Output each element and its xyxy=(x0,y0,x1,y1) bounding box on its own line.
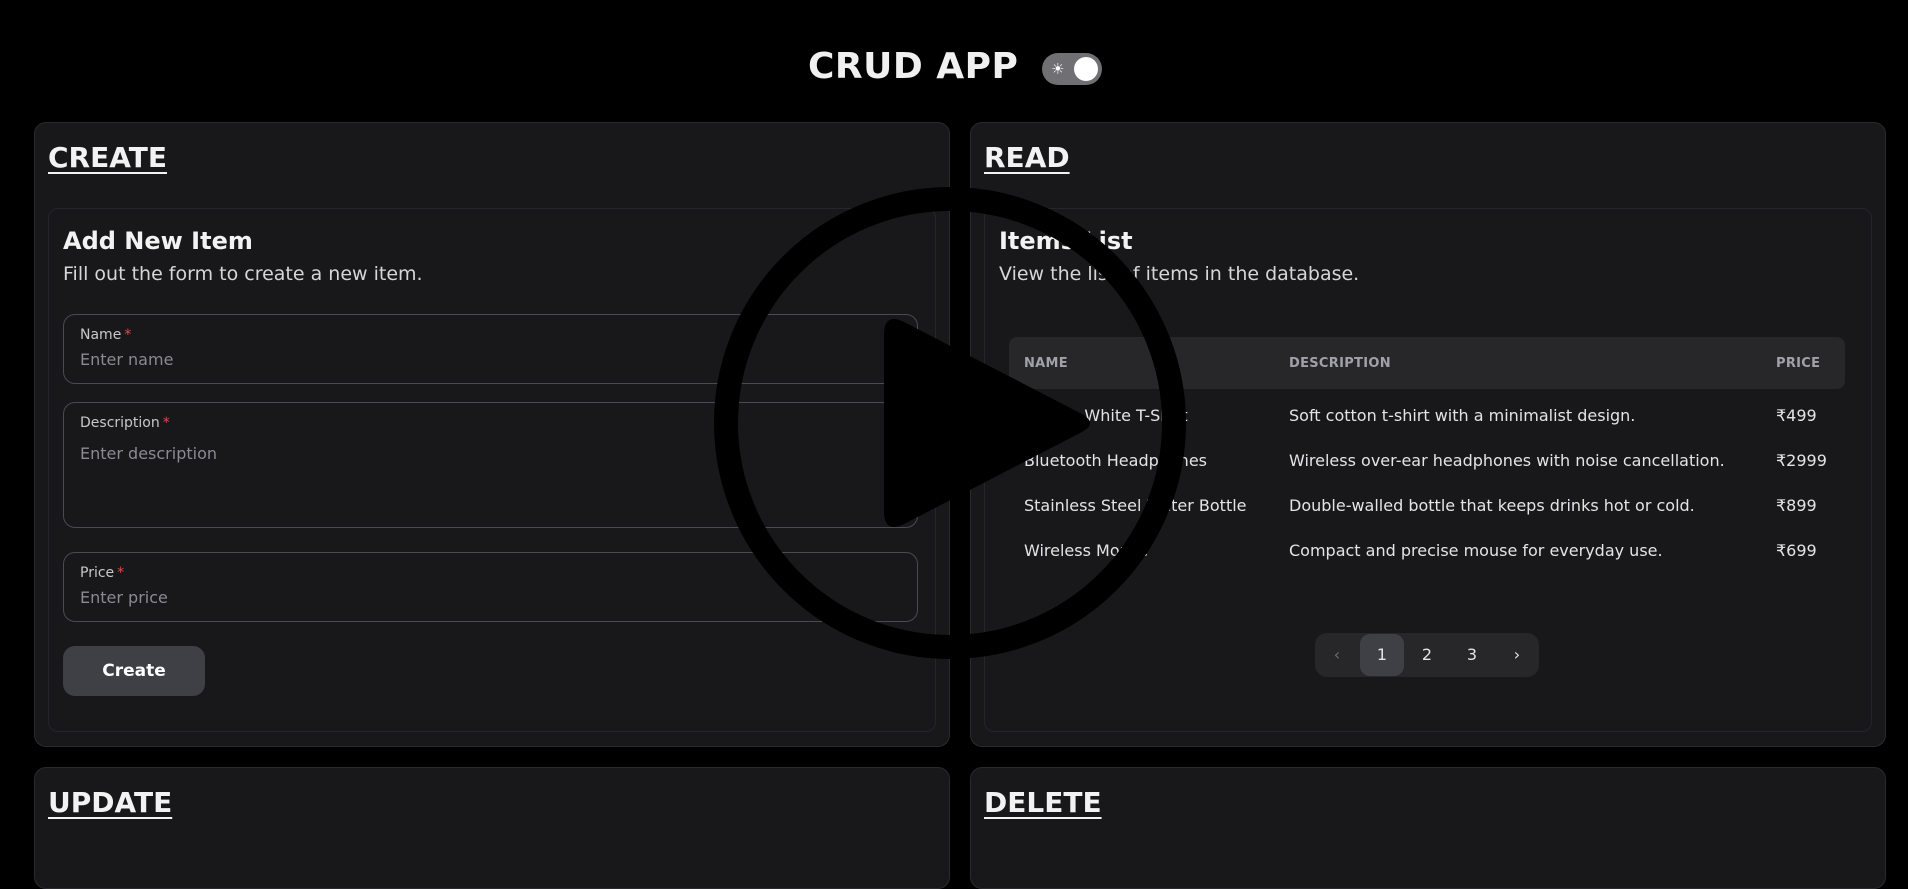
read-section-title: READ xyxy=(984,141,1070,174)
create-card-subtitle: Fill out the form to create a new item. xyxy=(63,263,423,285)
description-label: Description * xyxy=(80,415,170,431)
description-placeholder: Enter description xyxy=(80,444,217,463)
cell-description: Wireless over-ear headphones with noise … xyxy=(1289,451,1725,470)
required-mark: * xyxy=(117,565,125,581)
name-field[interactable]: Name * Enter name xyxy=(63,314,918,384)
name-placeholder: Enter name xyxy=(80,350,174,369)
read-panel: READ Items List View the list of items i… xyxy=(970,122,1886,747)
required-mark: * xyxy=(162,415,170,431)
description-field[interactable]: Description * Enter description xyxy=(63,402,918,528)
update-section-title: UPDATE xyxy=(48,786,173,819)
cell-price: ₹2999 xyxy=(1776,451,1827,470)
delete-section-title: DELETE xyxy=(984,786,1102,819)
app-title: CRUD APP xyxy=(808,46,1019,87)
create-card-title: Add New Item xyxy=(63,227,253,255)
column-header-name: NAME xyxy=(1024,356,1068,371)
create-button[interactable]: Create xyxy=(63,646,205,696)
price-label: Price * xyxy=(80,565,125,581)
sun-icon: ☀ xyxy=(1051,60,1065,78)
app-header: CRUD APP ☀ xyxy=(0,44,1908,96)
read-card-title: Items List xyxy=(999,227,1133,255)
toggle-knob xyxy=(1074,57,1098,81)
cell-name: Stainless Steel Water Bottle xyxy=(1024,496,1247,515)
update-panel: UPDATE xyxy=(34,767,950,889)
table-row[interactable]: Classic White T-Shirt Soft cotton t-shir… xyxy=(1009,394,1845,438)
cell-price: ₹899 xyxy=(1776,496,1817,515)
cell-name: Classic White T-Shirt xyxy=(1024,406,1188,425)
price-field[interactable]: Price * Enter price xyxy=(63,552,918,622)
next-page-button[interactable]: › xyxy=(1495,633,1539,677)
page-button-1[interactable]: 1 xyxy=(1360,634,1404,676)
cell-description: Double-walled bottle that keeps drinks h… xyxy=(1289,496,1695,515)
table-row[interactable]: Stainless Steel Water Bottle Double-wall… xyxy=(1009,484,1845,528)
create-panel: CREATE Add New Item Fill out the form to… xyxy=(34,122,950,747)
cell-price: ₹699 xyxy=(1776,541,1817,560)
create-section-title: CREATE xyxy=(48,141,167,174)
page-button-2[interactable]: 2 xyxy=(1405,633,1449,677)
column-header-description: DESCRIPTION xyxy=(1289,356,1391,371)
price-placeholder: Enter price xyxy=(80,588,168,607)
table-row[interactable]: Bluetooth Headphones Wireless over-ear h… xyxy=(1009,439,1845,483)
table-row[interactable]: Wireless Mouse Compact and precise mouse… xyxy=(1009,529,1845,573)
cell-name: Wireless Mouse xyxy=(1024,541,1148,560)
column-header-price: PRICE xyxy=(1776,356,1821,371)
read-card: Items List View the list of items in the… xyxy=(984,208,1872,732)
cell-price: ₹499 xyxy=(1776,406,1817,425)
cell-name: Bluetooth Headphones xyxy=(1024,451,1207,470)
prev-page-button[interactable]: ‹ xyxy=(1315,633,1359,677)
pagination: ‹ 1 2 3 › xyxy=(1315,633,1539,677)
name-label: Name * xyxy=(80,327,132,343)
delete-panel: DELETE xyxy=(970,767,1886,889)
table-header: NAME DESCRIPTION PRICE xyxy=(1009,337,1845,389)
read-card-subtitle: View the list of items in the database. xyxy=(999,263,1360,285)
cell-description: Compact and precise mouse for everyday u… xyxy=(1289,541,1663,560)
create-card: Add New Item Fill out the form to create… xyxy=(48,208,936,732)
theme-toggle[interactable]: ☀ xyxy=(1042,53,1102,85)
page-button-3[interactable]: 3 xyxy=(1450,633,1494,677)
required-mark: * xyxy=(124,327,132,343)
cell-description: Soft cotton t-shirt with a minimalist de… xyxy=(1289,406,1636,425)
